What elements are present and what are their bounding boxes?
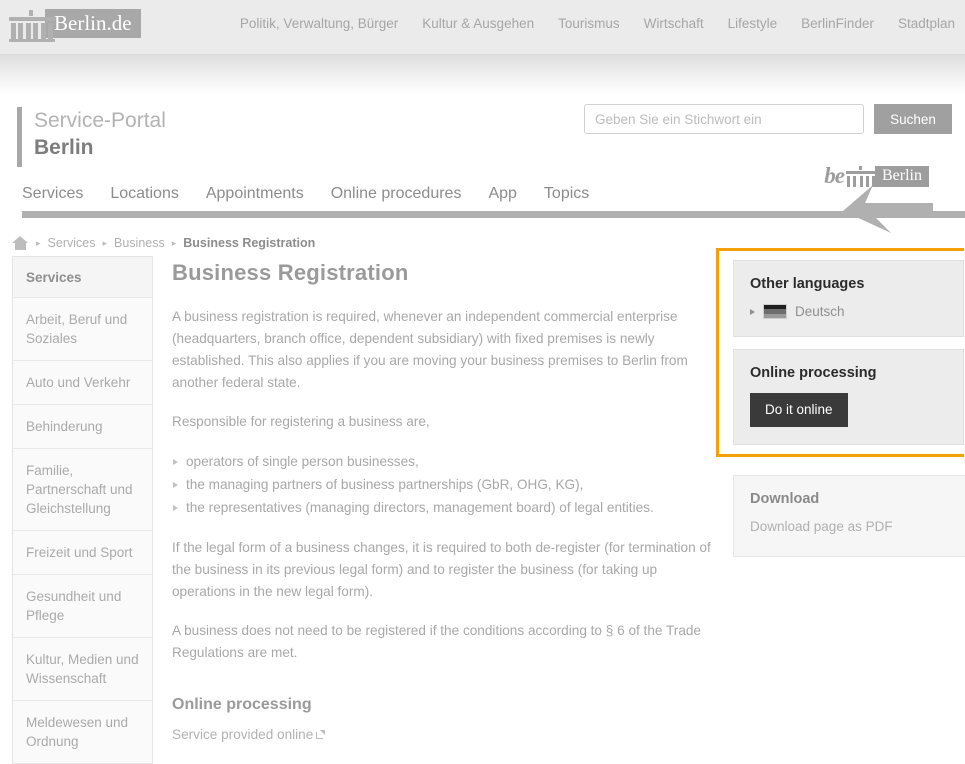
online-processing-card: Online processing Do it online [733, 349, 964, 445]
content-paragraph-3: If the legal form of a business changes,… [172, 540, 711, 599]
sidebar-heading: Services [13, 257, 152, 298]
search-button[interactable]: Suchen [874, 104, 952, 134]
sidebar-item-gesundheit[interactable]: Gesundheit und Pflege [13, 575, 152, 638]
brandenburg-gate-mini-icon [846, 165, 876, 187]
content-paragraph-4: A business does not need to be registere… [172, 623, 701, 660]
sidebar-item-kultur[interactable]: Kultur, Medien und Wissenschaft [13, 638, 152, 701]
german-flag-icon [763, 304, 787, 319]
search-form: Suchen [584, 104, 952, 134]
logo-wordmark: Berlin.de [45, 9, 141, 38]
services-sidebar: Services Arbeit, Beruf und Soziales Auto… [12, 256, 153, 764]
content-paragraph-2: Responsible for registering a business a… [172, 414, 430, 429]
portal-title-line2: Berlin [34, 136, 94, 159]
right-column: Other languages Deutsch Online processin… [716, 248, 965, 557]
global-nav-item[interactable]: BerlinFinder [801, 16, 874, 31]
download-pdf-link[interactable]: Download page as PDF [750, 519, 893, 534]
sidebar-item-meldewesen[interactable]: Meldewesen und Ordnung [13, 701, 152, 764]
decorative-arrow-icon [843, 185, 933, 233]
other-languages-heading: Other languages [750, 276, 865, 292]
download-card: Download Download page as PDF [733, 475, 965, 557]
breadcrumb-separator: ▸ [36, 237, 41, 248]
chevron-right-icon [750, 308, 755, 315]
portal-header: Service-Portal Berlin Suchen [0, 95, 965, 185]
nav-item-topics[interactable]: Topics [544, 185, 589, 203]
sidebar-item-auto[interactable]: Auto und Verkehr [13, 361, 152, 405]
breadcrumb-separator: ▸ [102, 237, 107, 248]
be-berlin-be-text: be [824, 163, 845, 188]
nav-item-locations[interactable]: Locations [110, 185, 179, 203]
berlin-de-logo[interactable]: Berlin.de [9, 8, 141, 44]
card-spacer [733, 337, 964, 349]
home-icon[interactable] [12, 236, 29, 250]
sidebar-item-familie[interactable]: Familie, Partnerschaft und Gleichstellun… [13, 449, 152, 531]
nav-item-appointments[interactable]: Appointments [206, 185, 304, 203]
global-nav-item[interactable]: Wirtschaft [644, 16, 704, 31]
nav-item-online-procedures[interactable]: Online procedures [331, 185, 462, 203]
portal-title-line1: Service-Portal [34, 109, 166, 132]
online-processing-heading: Online processing [750, 365, 877, 381]
primary-nav: Services Locations Appointments Online p… [22, 185, 589, 203]
download-heading: Download [750, 491, 820, 507]
primary-nav-bar: Services Locations Appointments Online p… [0, 163, 965, 233]
language-option-deutsch[interactable]: Deutsch [750, 304, 947, 319]
page-title: Service-Portal Berlin [17, 107, 166, 167]
do-it-online-button[interactable]: Do it online [750, 393, 848, 427]
list-item: the representatives (managing directors,… [172, 496, 712, 519]
content-title: Business Registration [172, 260, 409, 285]
breadcrumb-item-current: Business Registration [183, 236, 316, 250]
content-section-title: Online processing [172, 696, 312, 713]
global-nav-item[interactable]: Tourismus [558, 16, 620, 31]
global-nav-item[interactable]: Kultur & Ausgehen [422, 16, 534, 31]
be-berlin-berlin-text: Berlin [875, 165, 929, 187]
sidebar-item-behinderung[interactable]: Behinderung [13, 405, 152, 449]
external-link-icon [316, 730, 326, 739]
global-nav-item[interactable]: Lifestyle [728, 16, 778, 31]
breadcrumb-separator: ▸ [171, 237, 177, 248]
content-paragraph-1: A business registration is required, whe… [172, 309, 688, 390]
sidebar-item-arbeit[interactable]: Arbeit, Beruf und Soziales [13, 298, 152, 361]
main-content: Business Registration A business registr… [172, 256, 712, 742]
other-languages-card: Other languages Deutsch [733, 260, 964, 337]
global-nav: Politik, Verwaltung, Bürger Kultur & Aus… [240, 16, 955, 31]
brandenburg-gate-icon [9, 8, 55, 42]
responsible-parties-list: operators of single person businesses, t… [172, 450, 712, 519]
language-option-label: Deutsch [795, 304, 845, 319]
nav-underline-rule [22, 211, 965, 218]
service-online-link-row[interactable]: Service provided online [172, 727, 712, 742]
highlight-outline: Other languages Deutsch Online processin… [716, 248, 964, 457]
global-nav-item[interactable]: Politik, Verwaltung, Bürger [240, 16, 398, 31]
breadcrumb-item-business[interactable]: Business [114, 236, 165, 250]
list-item: operators of single person businesses, [172, 450, 712, 473]
global-nav-item[interactable]: Stadtplan [898, 16, 955, 31]
nav-item-app[interactable]: App [488, 185, 516, 203]
service-online-link-label: Service provided online [172, 727, 314, 742]
search-input[interactable] [584, 104, 864, 134]
header-gradient-band [0, 55, 965, 95]
sidebar-item-freizeit[interactable]: Freizeit und Sport [13, 531, 152, 575]
breadcrumb-item-services[interactable]: Services [48, 236, 96, 250]
list-item: the managing partners of business partne… [172, 473, 712, 496]
nav-item-services[interactable]: Services [22, 185, 83, 203]
be-berlin-logo: be Berlin [824, 163, 929, 189]
global-top-bar: Berlin.de Politik, Verwaltung, Bürger Ku… [0, 0, 965, 55]
